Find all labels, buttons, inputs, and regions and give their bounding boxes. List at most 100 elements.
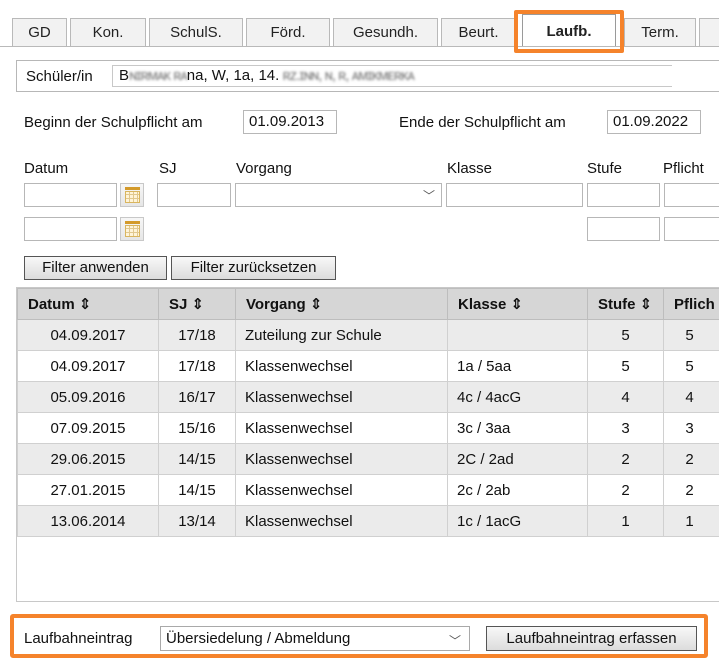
- filter-label-klasse: Klasse: [447, 160, 492, 177]
- cell-pflicht: 2: [664, 475, 719, 506]
- reset-filter-button[interactable]: Filter zurücksetzen: [171, 256, 336, 280]
- cell-stufe: 2: [588, 475, 664, 506]
- filter-label-stufe: Stufe: [587, 160, 622, 177]
- tab-overflow[interactable]: [699, 18, 719, 46]
- cell-pflicht: 4: [664, 382, 719, 413]
- active-tab-highlight: [514, 10, 624, 53]
- cell-vorgang: Zuteilung zur Schule: [236, 320, 448, 351]
- cell-klasse: 3c / 3aa: [448, 413, 588, 444]
- cell-sj: 13/14: [159, 506, 236, 537]
- cell-sj: 15/16: [159, 413, 236, 444]
- filter-label-pflicht: Pflicht: [663, 160, 704, 177]
- filter-label-sj: SJ: [159, 160, 177, 177]
- column-header-datum[interactable]: Datum ⇕: [18, 289, 159, 320]
- table-header-row: Datum ⇕ SJ ⇕ Vorgang ⇕ Klasse ⇕ Stufe ⇕ …: [18, 289, 719, 320]
- tab-termine[interactable]: Term.: [624, 18, 696, 46]
- cell-vorgang: Klassenwechsel: [236, 444, 448, 475]
- tab-beurteilung[interactable]: Beurt.: [441, 18, 516, 46]
- cell-pflicht: 5: [664, 320, 719, 351]
- cell-datum: 05.09.2016: [18, 382, 159, 413]
- column-header-klasse[interactable]: Klasse ⇕: [448, 289, 588, 320]
- cell-stufe: 4: [588, 382, 664, 413]
- tab-gd[interactable]: GD: [12, 18, 67, 46]
- cell-klasse: 1a / 5aa: [448, 351, 588, 382]
- start-date-field[interactable]: 01.09.2013: [243, 110, 337, 134]
- create-entry-button[interactable]: Laufbahneintrag erfassen: [486, 626, 697, 651]
- cell-pflicht: 5: [664, 351, 719, 382]
- cell-klasse: [448, 320, 588, 351]
- student-field: Bɴɪʀᴍᴀᴋ ʀᴀna, W, 1a, 14. ʀᴢ.ɪɴɴ, ɴ, ʀ, ᴀ…: [112, 65, 672, 87]
- tab-gesundheit[interactable]: Gesundh.: [333, 18, 438, 46]
- student-name-visible: na, W, 1a, 14.: [187, 67, 280, 84]
- cell-stufe: 1: [588, 506, 664, 537]
- entry-type-select[interactable]: Übersiedelung / Abmeldung ﹀: [160, 626, 470, 651]
- apply-filter-button[interactable]: Filter anwenden: [24, 256, 167, 280]
- student-panel: Schüler/in Bɴɪʀᴍᴀᴋ ʀᴀna, W, 1a, 14. ʀᴢ.ɪ…: [16, 60, 719, 92]
- entry-label: Laufbahneintrag: [24, 630, 132, 647]
- tab-foerderung[interactable]: Förd.: [246, 18, 330, 46]
- table-row[interactable]: 04.09.2017 17/18 Klassenwechsel 1a / 5aa…: [18, 351, 719, 382]
- cell-pflicht: 2: [664, 444, 719, 475]
- filter-date-from[interactable]: [24, 183, 117, 207]
- filter-label-vorgang: Vorgang: [236, 160, 292, 177]
- cell-datum: 04.09.2017: [18, 351, 159, 382]
- cell-sj: 14/15: [159, 475, 236, 506]
- filter-vorgang-select[interactable]: ﹀: [235, 183, 442, 207]
- tab-bar: GD Kon. SchulS. Förd. Gesundh. Beurt. La…: [0, 0, 719, 46]
- cell-stufe: 2: [588, 444, 664, 475]
- history-table: Datum ⇕ SJ ⇕ Vorgang ⇕ Klasse ⇕ Stufe ⇕ …: [16, 287, 719, 602]
- filter-pflicht-from[interactable]: [664, 183, 719, 207]
- column-header-vorgang[interactable]: Vorgang ⇕: [236, 289, 448, 320]
- cell-klasse: 1c / 1acG: [448, 506, 588, 537]
- cell-datum: 04.09.2017: [18, 320, 159, 351]
- table-row[interactable]: 13.06.2014 13/14 Klassenwechsel 1c / 1ac…: [18, 506, 719, 537]
- cell-datum: 29.06.2015: [18, 444, 159, 475]
- cell-sj: 14/15: [159, 444, 236, 475]
- cell-sj: 17/18: [159, 320, 236, 351]
- cell-vorgang: Klassenwechsel: [236, 506, 448, 537]
- calendar-icon[interactable]: [120, 183, 144, 207]
- cell-sj: 16/17: [159, 382, 236, 413]
- filter-pflicht-to[interactable]: [664, 217, 719, 241]
- table-row[interactable]: 04.09.2017 17/18 Zuteilung zur Schule 5 …: [18, 320, 719, 351]
- cell-klasse: 4c / 4acG: [448, 382, 588, 413]
- cell-vorgang: Klassenwechsel: [236, 382, 448, 413]
- column-header-sj[interactable]: SJ ⇕: [159, 289, 236, 320]
- cell-pflicht: 3: [664, 413, 719, 444]
- student-label: Schüler/in: [26, 68, 93, 85]
- cell-pflicht: 1: [664, 506, 719, 537]
- student-name-redacted-2: ʀᴢ.ɪɴɴ, ɴ, ʀ, ᴀᴍɪᴋᴍᴇʀᴋᴀ: [279, 67, 414, 84]
- cell-stufe: 5: [588, 351, 664, 382]
- student-name-redacted: ɴɪʀᴍᴀᴋ ʀᴀ: [129, 67, 187, 84]
- filter-stufe-from[interactable]: [587, 183, 660, 207]
- cell-klasse: 2c / 2ab: [448, 475, 588, 506]
- column-header-pflicht[interactable]: Pflich: [664, 289, 719, 320]
- cell-klasse: 2C / 2ad: [448, 444, 588, 475]
- chevron-down-icon: ﹀: [423, 187, 435, 204]
- entry-type-value: Übersiedelung / Abmeldung: [166, 630, 350, 647]
- student-name-prefix: B: [119, 67, 129, 84]
- tab-kontakt[interactable]: Kon.: [70, 18, 146, 46]
- calendar-icon[interactable]: [120, 217, 144, 241]
- table-row[interactable]: 29.06.2015 14/15 Klassenwechsel 2C / 2ad…: [18, 444, 719, 475]
- column-header-stufe[interactable]: Stufe ⇕: [588, 289, 664, 320]
- cell-vorgang: Klassenwechsel: [236, 413, 448, 444]
- cell-stufe: 5: [588, 320, 664, 351]
- filter-stufe-to[interactable]: [587, 217, 660, 241]
- filter-label-datum: Datum: [24, 160, 68, 177]
- table-row[interactable]: 05.09.2016 16/17 Klassenwechsel 4c / 4ac…: [18, 382, 719, 413]
- cell-vorgang: Klassenwechsel: [236, 351, 448, 382]
- filter-klasse[interactable]: [446, 183, 583, 207]
- end-label: Ende der Schulpflicht am: [399, 114, 566, 131]
- filter-date-to[interactable]: [24, 217, 117, 241]
- tab-schuls[interactable]: SchulS.: [149, 18, 243, 46]
- cell-datum: 13.06.2014: [18, 506, 159, 537]
- table-row[interactable]: 27.01.2015 14/15 Klassenwechsel 2c / 2ab…: [18, 475, 719, 506]
- end-date-field[interactable]: 01.09.2022: [607, 110, 701, 134]
- start-label: Beginn der Schulpflicht am: [24, 114, 202, 131]
- cell-vorgang: Klassenwechsel: [236, 475, 448, 506]
- cell-datum: 27.01.2015: [18, 475, 159, 506]
- filter-sj[interactable]: [157, 183, 231, 207]
- table-row[interactable]: 07.09.2015 15/16 Klassenwechsel 3c / 3aa…: [18, 413, 719, 444]
- chevron-down-icon: ﹀: [449, 630, 461, 653]
